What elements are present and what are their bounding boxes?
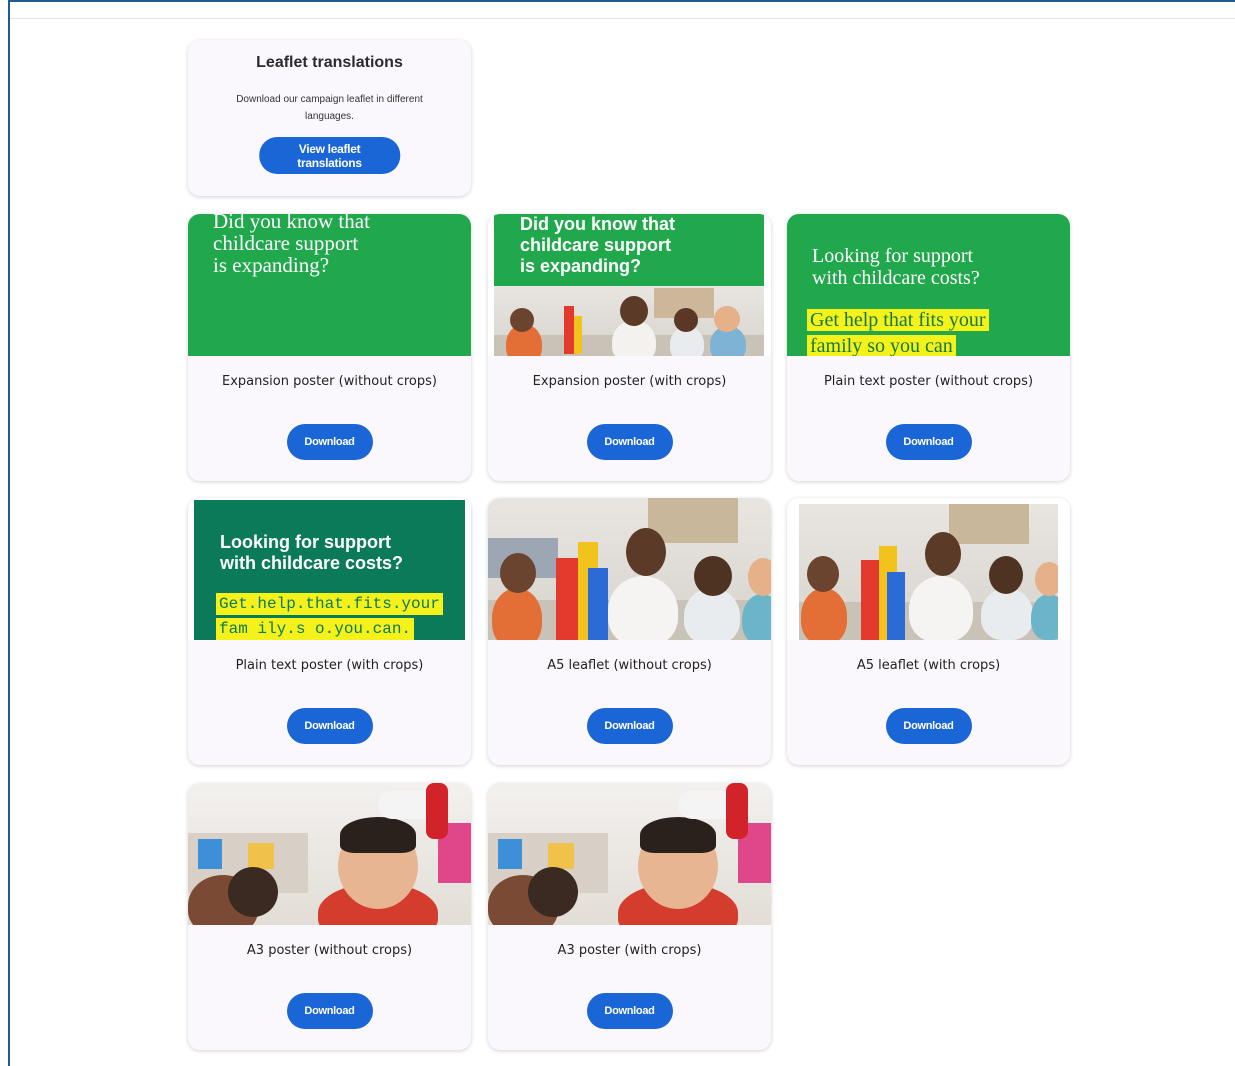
leaflet-translations-card: Leaflet translations Download our campai… [188, 40, 471, 196]
plain-text-poster-crops-thumbnail: Looking for support with childcare costs… [188, 498, 471, 640]
window-frame-top [8, 0, 1235, 2]
download-button[interactable]: Download [586, 708, 673, 744]
poster-text-line: childcare support [213, 231, 359, 255]
resource-title: A5 leaflet (with crops) [856, 658, 1001, 673]
resource-card-expansion-poster-without-crops: Did you know that childcare support is e… [188, 214, 471, 481]
expansion-poster-thumbnail: Did you know that childcare support is e… [188, 214, 471, 356]
poster-text-line: is expanding? [520, 256, 642, 276]
leaflet-translations-title: Leaflet translations [256, 54, 403, 71]
a5-leaflet-crops-thumbnail [787, 498, 1070, 640]
poster-highlight-line: Get help that fits your [807, 309, 989, 331]
download-button[interactable]: Download [885, 708, 972, 744]
resource-title: A5 leaflet (without crops) [547, 658, 712, 673]
classroom-photo-strip [494, 286, 764, 356]
poster-text-line: Looking for support [812, 245, 974, 267]
resource-card-expansion-poster-with-crops: Did you know that childcare support is e… [488, 214, 771, 481]
view-leaflet-translations-button[interactable]: View leaflet translations [258, 137, 401, 174]
download-button[interactable]: Download [286, 993, 373, 1029]
poster-highlight-line: Get.help.that.fits.your [216, 593, 443, 615]
download-button[interactable]: Download [586, 993, 673, 1029]
poster-text-line: is expanding? [213, 253, 330, 277]
poster-text-line: with childcare costs? [220, 553, 404, 573]
resource-title: Expansion poster (with crops) [532, 374, 727, 389]
resource-card-a5-leaflet-without-crops: A5 leaflet (without crops) Download [488, 498, 771, 765]
download-button[interactable]: Download [286, 708, 373, 744]
a3-poster-thumbnail [188, 783, 471, 925]
resource-title: Expansion poster (without crops) [222, 374, 437, 389]
plain-text-poster-thumbnail: Looking for support with childcare costs… [787, 214, 1070, 356]
resource-card-plain-text-poster-with-crops: Looking for support with childcare costs… [188, 498, 471, 765]
resource-title: A3 poster (without crops) [246, 943, 413, 958]
resource-card-a3-poster-without-crops: A3 poster (without crops) Download [188, 783, 471, 1050]
poster-text-line: childcare support [520, 235, 672, 255]
poster-highlight-line: fam ily.s o.you.can. [216, 618, 415, 640]
resource-card-a3-poster-with-crops: A3 poster (with crops) Download [488, 783, 771, 1050]
resource-title: Plain text poster (without crops) [823, 374, 1034, 389]
resource-title: A3 poster (with crops) [557, 943, 702, 958]
resource-card-a5-leaflet-with-crops: A5 leaflet (with crops) Download [787, 498, 1070, 765]
leaflet-translations-description: Download our campaign leaflet in differe… [236, 94, 423, 122]
poster-text-line: Did you know that [213, 214, 370, 233]
resource-card-plain-text-poster-without-crops: Looking for support with childcare costs… [787, 214, 1070, 481]
a5-leaflet-thumbnail [488, 498, 771, 640]
resource-title: Plain text poster (with crops) [235, 658, 424, 673]
window-frame-left [8, 0, 10, 1066]
poster-text-line: Did you know that [520, 214, 675, 234]
poster-text-line: Looking for support [220, 532, 391, 552]
download-button[interactable]: Download [885, 424, 972, 460]
header-divider [10, 18, 1235, 19]
a3-poster-crops-thumbnail [488, 783, 771, 925]
download-button[interactable]: Download [586, 424, 673, 460]
download-button[interactable]: Download [286, 424, 373, 460]
expansion-poster-crops-thumbnail: Did you know that childcare support is e… [488, 214, 771, 356]
poster-highlight-line: family so you can [807, 335, 956, 356]
poster-text-line: with childcare costs? [812, 267, 980, 289]
